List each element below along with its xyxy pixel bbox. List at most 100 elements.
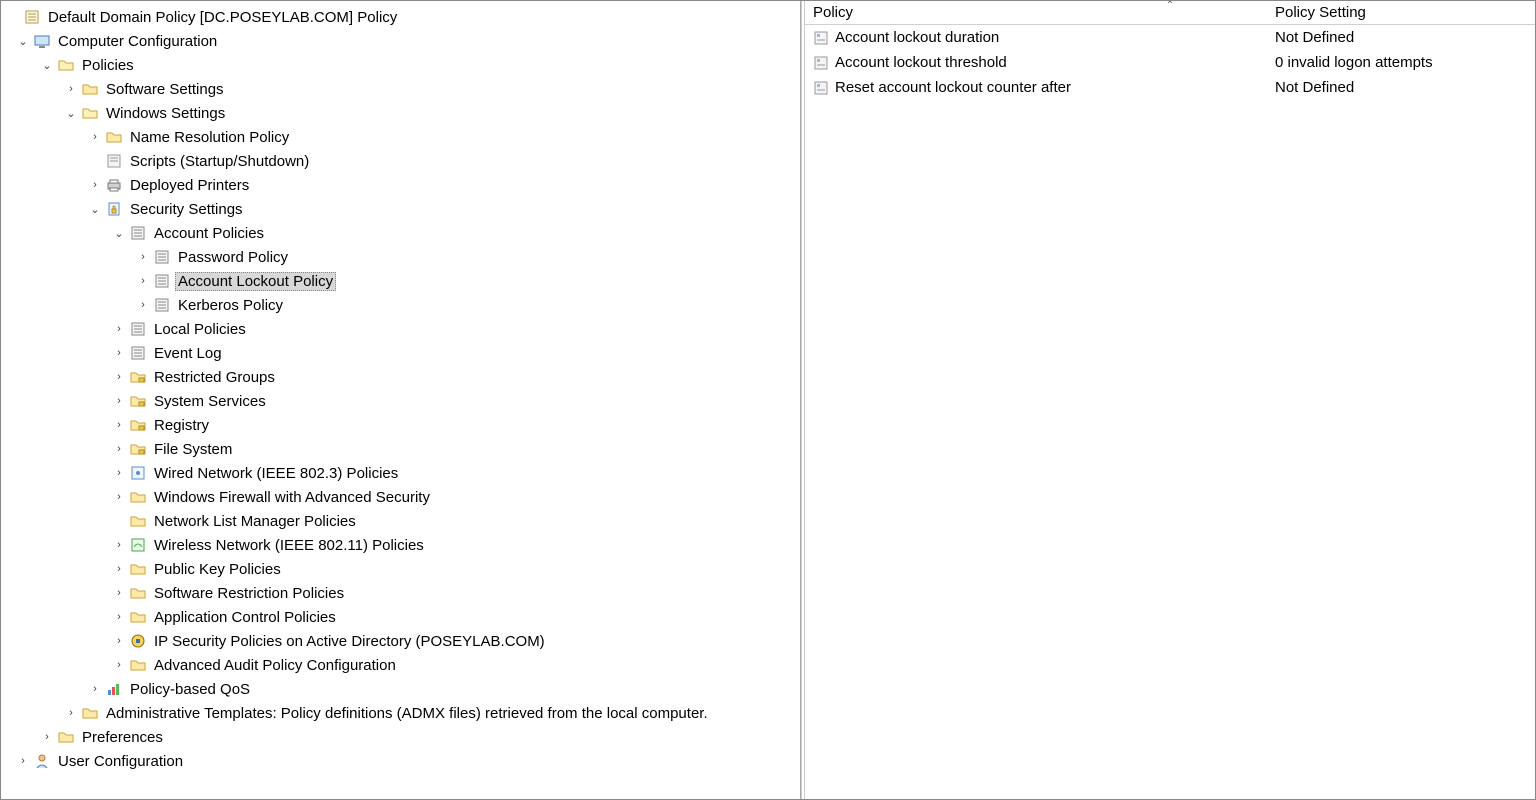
tree-item-ip-security[interactable]: › IP Security Policies on Active Directo… xyxy=(5,629,800,653)
folder-lock-icon xyxy=(129,416,147,434)
folder-lock-icon xyxy=(129,368,147,386)
tree-pane[interactable]: ▸ Default Domain Policy [DC.POSEYLAB.COM… xyxy=(1,1,801,799)
tree-label: Scripts (Startup/Shutdown) xyxy=(127,152,312,171)
column-label: Policy Setting xyxy=(1275,4,1366,21)
tree-item-windows-firewall[interactable]: › Windows Firewall with Advanced Securit… xyxy=(5,485,800,509)
expander-expand-icon[interactable]: › xyxy=(87,683,103,695)
column-policy[interactable]: Policy xyxy=(805,1,1267,24)
tree-item-deployed-printers[interactable]: › Deployed Printers xyxy=(5,173,800,197)
tree-item-scripts[interactable]: › Scripts (Startup/Shutdown) xyxy=(5,149,800,173)
policy-item-icon xyxy=(813,80,829,96)
expander-expand-icon[interactable]: › xyxy=(111,563,127,575)
list-row[interactable]: Reset account lockout counter after Not … xyxy=(805,75,1535,100)
tree-item-advanced-audit[interactable]: › Advanced Audit Policy Configuration xyxy=(5,653,800,677)
expander-expand-icon[interactable]: › xyxy=(111,395,127,407)
tree-label: Policies xyxy=(79,56,137,75)
list-row[interactable]: Account lockout duration Not Defined xyxy=(805,25,1535,50)
policy-item-icon xyxy=(813,55,829,71)
tree-item-software-settings[interactable]: › Software Settings xyxy=(5,77,800,101)
tree-item-windows-settings[interactable]: ⌄ Windows Settings xyxy=(5,101,800,125)
tree-label: Software Restriction Policies xyxy=(151,584,347,603)
folder-icon xyxy=(129,584,147,602)
policy-list-icon xyxy=(129,224,147,242)
tree-item-security-settings[interactable]: ⌄ Security Settings xyxy=(5,197,800,221)
tree-item-account-lockout-policy[interactable]: › Account Lockout Policy xyxy=(5,269,800,293)
expander-expand-icon[interactable]: › xyxy=(135,251,151,263)
expander-expand-icon[interactable]: › xyxy=(111,371,127,383)
expander-expand-icon[interactable]: › xyxy=(135,275,151,287)
policy-list-icon xyxy=(153,248,171,266)
expander-collapse-icon[interactable]: ⌄ xyxy=(63,107,79,120)
column-setting[interactable]: Policy Setting xyxy=(1267,1,1535,24)
expander-expand-icon[interactable]: › xyxy=(111,467,127,479)
tree-label: Software Settings xyxy=(103,80,227,99)
expander-expand-icon[interactable]: › xyxy=(111,635,127,647)
expander-expand-icon[interactable]: › xyxy=(111,323,127,335)
expander-expand-icon[interactable]: › xyxy=(87,179,103,191)
expander-expand-icon[interactable]: › xyxy=(111,347,127,359)
tree-item-software-restriction[interactable]: › Software Restriction Policies xyxy=(5,581,800,605)
expander-collapse-icon[interactable]: ⌄ xyxy=(87,203,103,216)
expander-expand-icon[interactable]: › xyxy=(111,443,127,455)
policy-setting: Not Defined xyxy=(1275,79,1354,96)
tree-item-wireless-network[interactable]: › Wireless Network (IEEE 802.11) Policie… xyxy=(5,533,800,557)
folder-icon xyxy=(81,80,99,98)
tree-item-application-control[interactable]: › Application Control Policies xyxy=(5,605,800,629)
folder-icon xyxy=(129,560,147,578)
tree-item-policies[interactable]: ⌄ Policies xyxy=(5,53,800,77)
expander-expand-icon[interactable]: › xyxy=(111,611,127,623)
list-row[interactable]: Account lockout threshold 0 invalid logo… xyxy=(805,50,1535,75)
network-wireless-icon xyxy=(129,536,147,554)
tree-item-system-services[interactable]: › System Services xyxy=(5,389,800,413)
policy-setting: Not Defined xyxy=(1275,29,1354,46)
tree-item-wired-network[interactable]: › Wired Network (IEEE 802.3) Policies xyxy=(5,461,800,485)
detail-pane: ⌃ Policy Policy Setting Account lockout … xyxy=(805,1,1535,799)
tree-item-admin-templates[interactable]: › Administrative Templates: Policy defin… xyxy=(5,701,800,725)
policy-name: Account lockout threshold xyxy=(835,54,1007,71)
expander-expand-icon[interactable]: › xyxy=(111,659,127,671)
folder-open-icon xyxy=(81,104,99,122)
tree-item-preferences[interactable]: › Preferences xyxy=(5,725,800,749)
folder-icon xyxy=(105,128,123,146)
tree-label: File System xyxy=(151,440,235,459)
tree-label: Preferences xyxy=(79,728,166,747)
list-header[interactable]: ⌃ Policy Policy Setting xyxy=(805,1,1535,25)
tree-item-root[interactable]: ▸ Default Domain Policy [DC.POSEYLAB.COM… xyxy=(5,5,800,29)
tree-item-kerberos-policy[interactable]: › Kerberos Policy xyxy=(5,293,800,317)
expander-expand-icon[interactable]: › xyxy=(63,707,79,719)
expander-expand-icon[interactable]: › xyxy=(39,731,55,743)
expander-expand-icon[interactable]: › xyxy=(87,131,103,143)
tree-label: Public Key Policies xyxy=(151,560,284,579)
tree-item-account-policies[interactable]: ⌄ Account Policies xyxy=(5,221,800,245)
tree-item-computer-config[interactable]: ⌄ Computer Configuration xyxy=(5,29,800,53)
expander-collapse-icon[interactable]: ⌄ xyxy=(39,59,55,72)
folder-icon xyxy=(57,728,75,746)
folder-open-icon xyxy=(57,56,75,74)
tree-item-restricted-groups[interactable]: › Restricted Groups xyxy=(5,365,800,389)
tree-item-user-config[interactable]: › User Configuration xyxy=(5,749,800,773)
expander-expand-icon[interactable]: › xyxy=(135,299,151,311)
expander-expand-icon[interactable]: › xyxy=(111,491,127,503)
expander-expand-icon[interactable]: › xyxy=(111,539,127,551)
policy-name: Account lockout duration xyxy=(835,29,999,46)
tree-item-registry[interactable]: › Registry xyxy=(5,413,800,437)
tree-item-local-policies[interactable]: › Local Policies xyxy=(5,317,800,341)
tree-item-password-policy[interactable]: › Password Policy xyxy=(5,245,800,269)
tree-item-file-system[interactable]: › File System xyxy=(5,437,800,461)
tree-item-name-resolution[interactable]: › Name Resolution Policy xyxy=(5,125,800,149)
folder-icon xyxy=(129,608,147,626)
tree-item-network-list-manager[interactable]: › Network List Manager Policies xyxy=(5,509,800,533)
expander-expand-icon[interactable]: › xyxy=(111,419,127,431)
expander-expand-icon[interactable]: › xyxy=(15,755,31,767)
tree-item-public-key[interactable]: › Public Key Policies xyxy=(5,557,800,581)
expander-expand-icon[interactable]: › xyxy=(111,587,127,599)
expander-expand-icon[interactable]: › xyxy=(63,83,79,95)
tree-label: Deployed Printers xyxy=(127,176,252,195)
tree-item-event-log[interactable]: › Event Log xyxy=(5,341,800,365)
tree-label: IP Security Policies on Active Directory… xyxy=(151,632,548,651)
tree-label: Advanced Audit Policy Configuration xyxy=(151,656,399,675)
tree-item-policy-qos[interactable]: › Policy-based QoS xyxy=(5,677,800,701)
expander-collapse-icon[interactable]: ⌄ xyxy=(111,227,127,240)
policy-name: Reset account lockout counter after xyxy=(835,79,1071,96)
expander-collapse-icon[interactable]: ⌄ xyxy=(15,35,31,48)
